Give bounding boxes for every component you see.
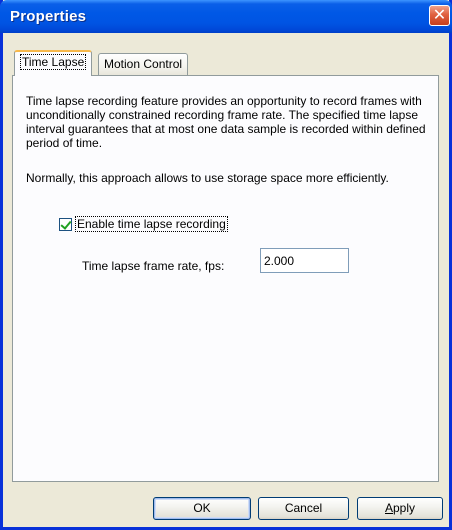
time-lapse-panel: Time lapse recording feature provides an…	[12, 75, 439, 482]
enable-time-lapse-checkbox[interactable]: Enable time lapse recording	[59, 216, 228, 232]
tab-motion-control-label: Motion Control	[104, 57, 183, 71]
ok-button-label: OK	[193, 501, 211, 515]
ok-button[interactable]: OK	[153, 497, 251, 520]
cancel-button[interactable]: Cancel	[258, 497, 349, 520]
tab-motion-control[interactable]: Motion Control	[98, 53, 189, 75]
checkbox-box[interactable]	[59, 217, 72, 231]
properties-dialog: Properties ✕ Time Lapse Motion Control T…	[0, 0, 452, 530]
cancel-button-label: Cancel	[284, 501, 323, 515]
note-text: Normally, this approach allows to use st…	[26, 171, 389, 185]
apply-button[interactable]: Apply	[357, 497, 443, 520]
apply-button-label: Apply	[384, 501, 416, 515]
title-bar[interactable]: Properties ✕	[0, 0, 452, 33]
check-icon	[60, 217, 72, 230]
close-button[interactable]: ✕	[429, 5, 450, 26]
tab-time-lapse-label: Time Lapse	[20, 54, 87, 70]
frame-rate-input[interactable]	[260, 248, 349, 273]
enable-time-lapse-label[interactable]: Enable time lapse recording	[75, 216, 228, 232]
description-text: Time lapse recording feature provides an…	[26, 94, 426, 150]
close-icon: ✕	[432, 7, 447, 24]
frame-rate-label: Time lapse frame rate, fps:	[82, 259, 225, 273]
tab-time-lapse[interactable]: Time Lapse	[14, 50, 93, 76]
window-title: Properties	[10, 8, 87, 25]
